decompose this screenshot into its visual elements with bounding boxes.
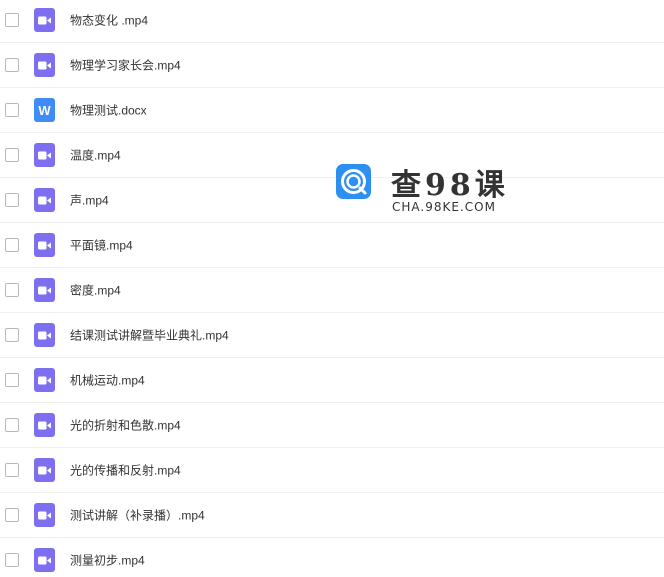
file-name[interactable]: 密度.mp4 [70,282,121,299]
video-file-icon [34,143,55,167]
video-file-icon [34,278,55,302]
file-row[interactable]: W 物理测试.docx [0,88,664,133]
file-row[interactable]: 声.mp4 [0,178,664,223]
video-file-icon [34,233,55,257]
row-checkbox[interactable] [5,553,19,567]
file-row[interactable]: 测量初步.mp4 [0,538,664,577]
file-row[interactable]: 平面镜.mp4 [0,223,664,268]
row-checkbox[interactable] [5,283,19,297]
file-row[interactable]: 物态变化 .mp4 [0,0,664,43]
file-row[interactable]: 温度.mp4 [0,133,664,178]
row-checkbox[interactable] [5,238,19,252]
file-row[interactable]: 光的折射和色散.mp4 [0,403,664,448]
video-file-icon [34,188,55,212]
file-row[interactable]: 结课测试讲解暨毕业典礼.mp4 [0,313,664,358]
row-checkbox[interactable] [5,328,19,342]
file-name[interactable]: 测试讲解（补录播）.mp4 [70,507,205,524]
video-file-icon [34,368,55,392]
file-name[interactable]: 光的传播和反射.mp4 [70,462,181,479]
video-file-icon [34,503,55,527]
file-name[interactable]: 光的折射和色散.mp4 [70,417,181,434]
file-name[interactable]: 物态变化 .mp4 [70,12,148,29]
file-name[interactable]: 结课测试讲解暨毕业典礼.mp4 [70,327,229,344]
row-checkbox[interactable] [5,508,19,522]
row-checkbox[interactable] [5,373,19,387]
row-checkbox[interactable] [5,463,19,477]
file-name[interactable]: 温度.mp4 [70,147,121,164]
row-checkbox[interactable] [5,193,19,207]
video-file-icon [34,548,55,572]
video-file-icon [34,53,55,77]
file-row[interactable]: 光的传播和反射.mp4 [0,448,664,493]
video-file-icon [34,8,55,32]
row-checkbox[interactable] [5,418,19,432]
video-file-icon [34,413,55,437]
video-file-icon [34,458,55,482]
file-row[interactable]: 物理学习家长会.mp4 [0,43,664,88]
row-checkbox[interactable] [5,103,19,117]
file-name[interactable]: 平面镜.mp4 [70,237,133,254]
row-checkbox[interactable] [5,148,19,162]
file-row[interactable]: 机械运动.mp4 [0,358,664,403]
file-name[interactable]: 测量初步.mp4 [70,552,145,569]
file-list: 物态变化 .mp4 物理学习家长会.mp4 W 物理测试.docx 温度.mp4 声.mp… [0,0,664,577]
file-row[interactable]: 测试讲解（补录播）.mp4 [0,493,664,538]
file-name[interactable]: 声.mp4 [70,192,109,209]
file-name[interactable]: 机械运动.mp4 [70,372,145,389]
file-name[interactable]: 物理测试.docx [70,102,147,119]
file-row[interactable]: 密度.mp4 [0,268,664,313]
video-file-icon [34,323,55,347]
file-name[interactable]: 物理学习家长会.mp4 [70,57,181,74]
row-checkbox[interactable] [5,13,19,27]
word-file-icon: W [34,98,55,122]
row-checkbox[interactable] [5,58,19,72]
